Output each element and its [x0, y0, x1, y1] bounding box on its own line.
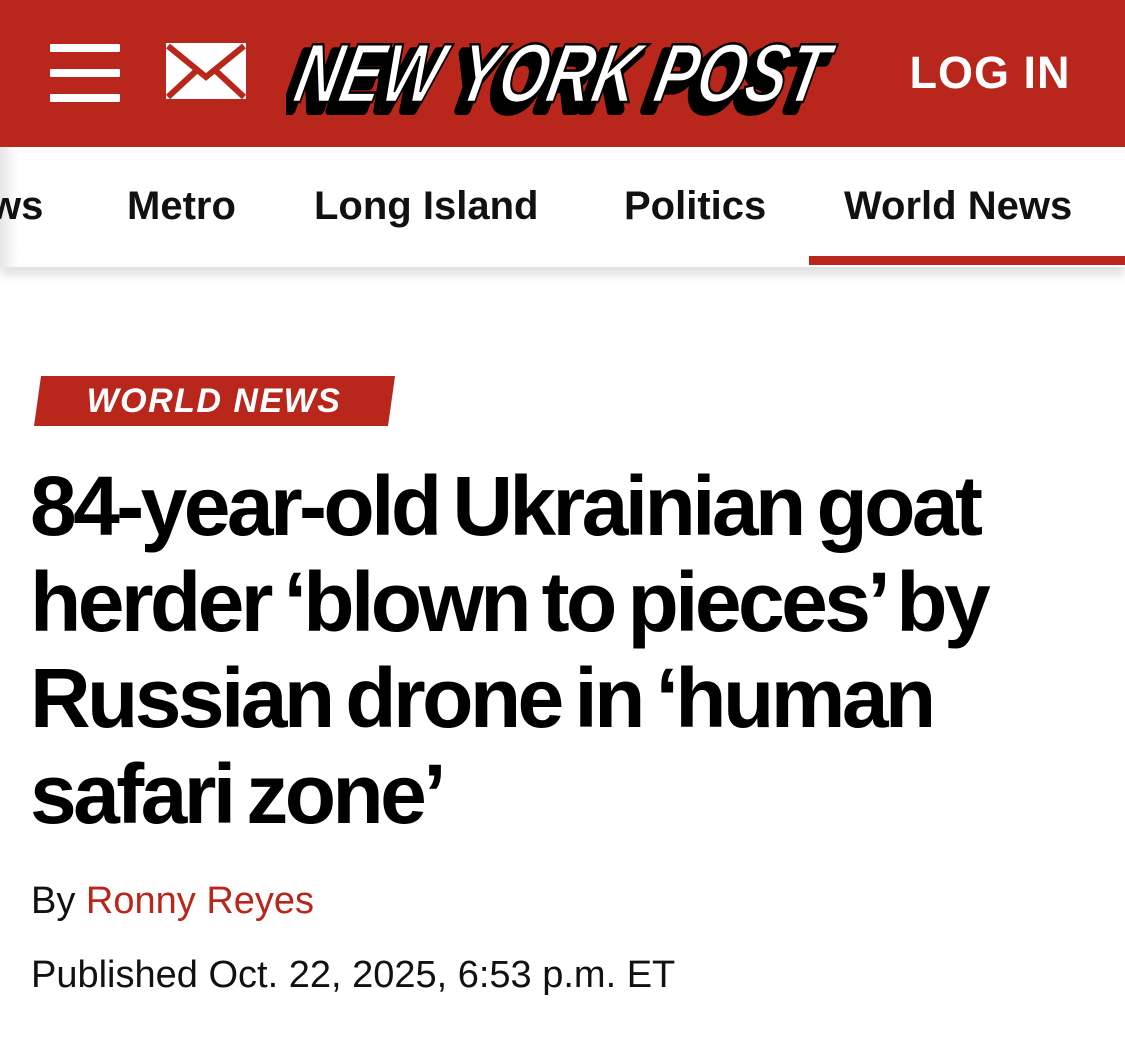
- top-header: NEW YORK POST NEW YORK POST LOG IN: [0, 0, 1125, 147]
- nav-item-metro[interactable]: Metro: [127, 147, 236, 267]
- article-headline: 84-year-old Ukrainian goat herder ‘blown…: [30, 459, 991, 841]
- nav-item-world-news[interactable]: World News: [844, 147, 1072, 267]
- nav-item-long-island[interactable]: Long Island: [314, 147, 538, 267]
- svg-text:NEW YORK POST: NEW YORK POST: [287, 26, 841, 120]
- section-badge[interactable]: WORLD NEWS: [34, 376, 396, 426]
- new-york-post-logo[interactable]: NEW YORK POST NEW YORK POST: [286, 22, 856, 122]
- section-nav: ws Metro Long Island Politics World News: [0, 147, 1125, 267]
- active-tab-indicator: [809, 256, 1125, 265]
- author-link[interactable]: Ronny Reyes: [86, 880, 314, 922]
- nav-item-news[interactable]: ws: [0, 147, 43, 267]
- nav-item-politics[interactable]: Politics: [624, 147, 766, 267]
- section-badge-label: WORLD NEWS: [86, 382, 342, 420]
- envelope-icon[interactable]: [164, 41, 248, 101]
- login-button[interactable]: LOG IN: [900, 48, 1080, 98]
- hamburger-menu-icon[interactable]: [50, 44, 120, 102]
- byline: By Ronny Reyes: [31, 877, 314, 925]
- published-date: Published Oct. 22, 2025, 6:53 p.m. ET: [31, 954, 676, 996]
- byline-prefix: By: [31, 880, 76, 922]
